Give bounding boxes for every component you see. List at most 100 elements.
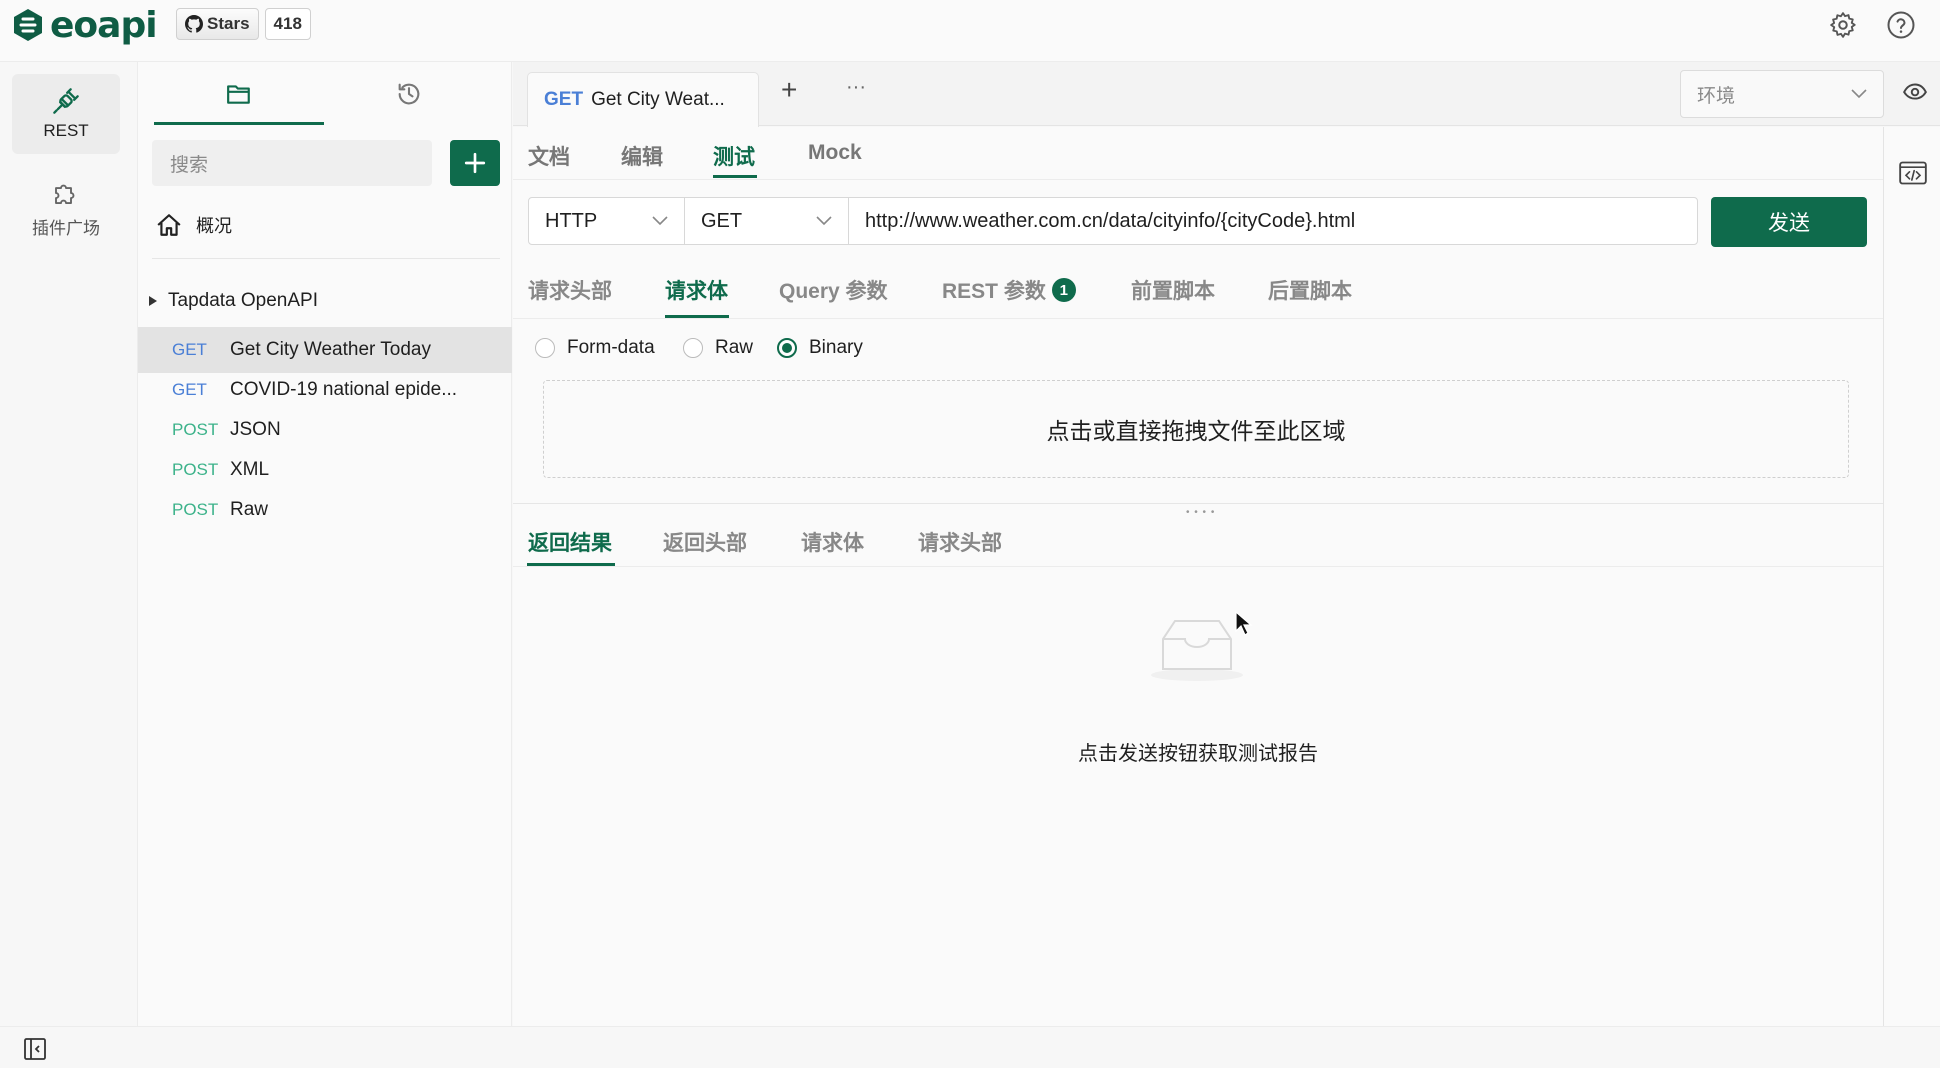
more-tabs-button[interactable]: ··· xyxy=(846,76,866,99)
request-editor: 文档 编辑 测试 Mock HTTP GET http://www.weathe… xyxy=(513,127,1883,1026)
sidebar-tab-indicator xyxy=(154,122,324,125)
stars-count[interactable]: 418 xyxy=(264,8,311,40)
api-name: XML xyxy=(230,459,270,480)
tab-test[interactable]: 测试 xyxy=(713,141,755,171)
radio-raw[interactable]: Raw xyxy=(683,337,753,359)
help-icon[interactable] xyxy=(1886,10,1916,40)
radio-circle[interactable] xyxy=(535,338,555,358)
radio-circle[interactable] xyxy=(683,338,703,358)
api-method: POST xyxy=(172,420,219,439)
url-input[interactable]: http://www.weather.com.cn/data/cityinfo/… xyxy=(849,198,1355,244)
radio-label: Binary xyxy=(809,337,863,358)
right-side-panel xyxy=(1883,127,1940,1026)
brand-name: eoapi xyxy=(50,4,158,46)
tab-docs[interactable]: 文档 xyxy=(528,141,570,171)
protocol-value: HTTP xyxy=(545,209,598,232)
tab-label: 请求头部 xyxy=(528,280,612,303)
file-dropzone[interactable]: 点击或直接拖拽文件至此区域 xyxy=(543,380,1849,478)
tab-edit[interactable]: 编辑 xyxy=(621,141,663,171)
add-api-button[interactable] xyxy=(450,140,500,186)
empty-inbox-icon xyxy=(1145,611,1249,683)
tab-label: 后置脚本 xyxy=(1268,280,1352,303)
bottom-bar xyxy=(0,1026,1940,1068)
tab-response-request-headers[interactable]: 请求头部 xyxy=(918,527,1002,557)
sub-tab-divider xyxy=(513,179,1883,180)
tab-history[interactable] xyxy=(324,62,494,126)
tab-label: 前置脚本 xyxy=(1131,280,1215,303)
api-name: Get City Weather Today xyxy=(230,339,432,360)
sub-tab-indicator xyxy=(713,175,757,178)
tab-request-headers[interactable]: 请求头部 xyxy=(528,275,612,305)
request-tab-title: Get City Weat... xyxy=(591,89,725,110)
overview-label: 概况 xyxy=(196,216,232,236)
tab-query-params[interactable]: Query 参数 xyxy=(779,275,888,305)
api-item[interactable]: POST Raw xyxy=(138,487,512,533)
folder-icon xyxy=(227,85,250,104)
environment-view-icon[interactable] xyxy=(1902,78,1928,104)
tab-pre-script[interactable]: 前置脚本 xyxy=(1131,275,1215,305)
api-sidebar: 搜索 概况 Tapdata OpenAPI GET Get City Weath… xyxy=(138,62,512,1026)
tab-label: Query 参数 xyxy=(779,280,888,303)
new-tab-button[interactable]: + xyxy=(781,74,797,106)
radio-label: Raw xyxy=(715,337,754,358)
method-select[interactable]: GET xyxy=(685,198,849,244)
empty-state-text: 点击发送按钮获取测试报告 xyxy=(1078,743,1318,765)
environment-select[interactable]: 环境 xyxy=(1680,70,1884,118)
eye-icon xyxy=(1903,83,1927,100)
left-rail: REST 插件广场 xyxy=(0,62,138,1026)
panel-splitter[interactable] xyxy=(513,503,1883,504)
request-bar: HTTP GET http://www.weather.com.cn/data/… xyxy=(528,197,1698,245)
plus-icon xyxy=(464,152,486,174)
radio-circle-selected[interactable] xyxy=(777,338,797,358)
resize-grip-icon[interactable]: • • • • xyxy=(1186,507,1215,518)
puzzle-icon xyxy=(55,184,75,204)
tab-post-script[interactable]: 后置脚本 xyxy=(1268,275,1352,305)
api-name: COVID-19 national epide... xyxy=(230,379,458,400)
tab-request-body[interactable]: 请求体 xyxy=(665,275,728,305)
top-bar: eoapi Stars 418 xyxy=(0,0,1940,62)
sidebar-divider xyxy=(152,258,500,259)
api-method: POST xyxy=(172,500,219,519)
github-stars[interactable]: Stars 418 xyxy=(176,8,311,40)
chevron-down-icon xyxy=(1851,89,1867,99)
stars-label: Stars xyxy=(207,14,250,33)
settings-gear-icon[interactable] xyxy=(1828,10,1858,40)
rail-item-rest[interactable]: REST xyxy=(12,74,120,154)
home-icon xyxy=(157,214,181,236)
tab-mock[interactable]: Mock xyxy=(808,141,862,165)
api-name: JSON xyxy=(230,419,281,440)
tab-response-headers[interactable]: 返回头部 xyxy=(663,527,747,557)
api-method: POST xyxy=(172,460,219,479)
method-value: GET xyxy=(701,209,743,232)
api-group-label: Tapdata OpenAPI xyxy=(168,290,318,311)
rail-label-plugins: 插件广场 xyxy=(32,218,100,238)
overview-link[interactable]: 概况 xyxy=(156,212,232,238)
tab-api-tree[interactable] xyxy=(154,62,324,126)
send-button[interactable]: 发送 xyxy=(1711,197,1867,247)
radio-form-data[interactable]: Form-data xyxy=(535,337,655,359)
rail-item-plugins[interactable]: 插件广场 xyxy=(12,168,120,248)
protocol-select[interactable]: HTTP xyxy=(529,198,685,244)
tab-response-result[interactable]: 返回结果 xyxy=(528,527,612,557)
body-tab-divider xyxy=(513,318,1883,319)
response-tab-divider xyxy=(513,566,1883,567)
api-name: Raw xyxy=(230,499,269,520)
code-snippet-icon[interactable] xyxy=(1899,161,1927,185)
logo[interactable]: eoapi xyxy=(10,4,158,46)
github-stars-button[interactable]: Stars xyxy=(176,8,259,40)
history-icon xyxy=(398,83,420,105)
tab-response-request-body[interactable]: 请求体 xyxy=(801,527,864,557)
plug-icon xyxy=(53,88,79,114)
tab-label: 请求体 xyxy=(665,280,728,303)
request-tab-strip: GET Get City Weat... + ··· 环境 xyxy=(513,62,1940,127)
caret-right-icon[interactable] xyxy=(148,295,158,307)
eoapi-logo-icon xyxy=(14,9,42,41)
request-tab[interactable]: GET Get City Weat... xyxy=(527,72,759,127)
api-group-tapdata[interactable]: Tapdata OpenAPI xyxy=(148,290,318,312)
toggle-sidebar-icon[interactable] xyxy=(23,1037,47,1061)
radio-binary[interactable]: Binary xyxy=(777,337,863,359)
search-input[interactable]: 搜索 xyxy=(152,140,432,186)
tab-rest-params[interactable]: REST 参数 1 xyxy=(942,275,1076,305)
mouse-cursor-icon xyxy=(1235,611,1253,637)
tab-label: REST 参数 xyxy=(942,280,1046,303)
